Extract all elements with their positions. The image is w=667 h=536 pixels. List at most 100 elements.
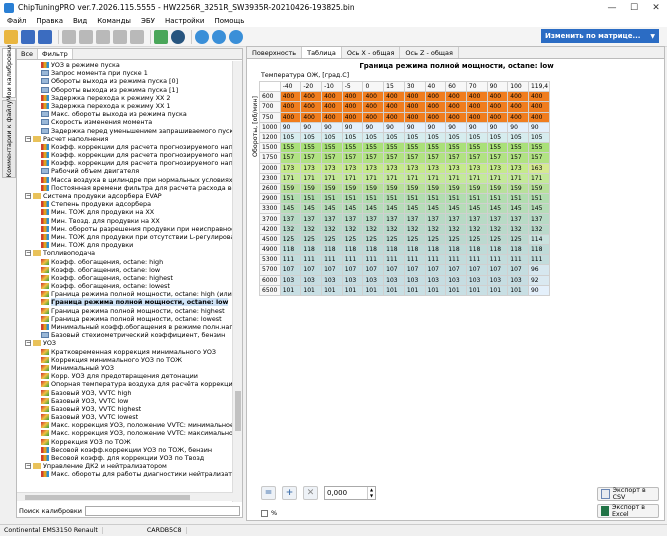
table-cell[interactable]: 101 <box>403 284 426 296</box>
table-cell[interactable]: 173 <box>341 162 364 174</box>
table-cell[interactable]: 400 <box>279 91 302 103</box>
table-cell[interactable]: 145 <box>403 203 426 215</box>
minimize-button[interactable]: — <box>601 0 623 15</box>
y-tick-label[interactable]: 2000 <box>259 162 281 174</box>
menu-ecu[interactable]: ЭБУ <box>136 17 160 25</box>
table-cell[interactable]: 118 <box>279 243 302 256</box>
tree-item[interactable]: Коэфф. коррекции для расчета прогнозируе… <box>17 151 233 159</box>
table-cell[interactable]: 400 <box>321 111 343 123</box>
table-cell[interactable]: 107 <box>300 264 323 276</box>
table-cell[interactable]: 92 <box>527 274 550 286</box>
table-cell[interactable]: 145 <box>424 203 447 215</box>
table-cell[interactable]: 125 <box>362 233 385 246</box>
table-cell[interactable]: 132 <box>403 223 426 235</box>
y-tick-label[interactable]: 600 <box>259 91 281 103</box>
table-cell[interactable]: 400 <box>341 91 364 103</box>
x-tick-label[interactable]: 119,4 <box>527 80 550 93</box>
checksum-icon[interactable] <box>154 29 168 44</box>
tree-item[interactable]: Задержка перехода к режиму ХХ 1 <box>17 102 233 110</box>
table-cell[interactable]: 173 <box>403 162 426 174</box>
table-cell[interactable]: 101 <box>465 284 488 296</box>
collapse-toggle-icon[interactable]: − <box>25 463 31 470</box>
tree-item[interactable]: Задержка перехода к режиму ХХ 2 <box>17 94 233 102</box>
table-cell[interactable]: 132 <box>507 223 529 235</box>
tree-item[interactable]: Коэфф. обогащения, octane: low <box>17 266 233 274</box>
table-cell[interactable]: 111 <box>465 254 488 266</box>
table-cell[interactable]: 171 <box>321 172 343 184</box>
y-tick-label[interactable]: 1000 <box>259 121 281 133</box>
tree-item[interactable]: Степень продувки адсорбера <box>17 200 233 208</box>
table-cell[interactable]: 171 <box>465 172 488 184</box>
table-cell[interactable]: 125 <box>486 233 509 246</box>
table-cell[interactable]: 111 <box>300 254 323 266</box>
table-cell[interactable]: 155 <box>279 142 302 154</box>
table-cell[interactable]: 400 <box>321 101 343 113</box>
x-tick-label[interactable]: 60 <box>445 80 467 93</box>
table-cell[interactable]: 400 <box>300 91 323 103</box>
table-cell[interactable]: 159 <box>486 182 509 195</box>
tree-folder[interactable]: − Расчет наполнения <box>17 135 233 143</box>
y-tick-label[interactable]: 6500 <box>259 284 281 296</box>
table-cell[interactable]: 137 <box>383 213 405 225</box>
tree-item[interactable]: Коэфф. обогащения, octane: lowest <box>17 282 233 290</box>
table-cell[interactable]: 105 <box>341 131 364 144</box>
table-cell[interactable]: 159 <box>445 182 467 195</box>
tree-item[interactable]: Постоянная времени фильтра для расчета р… <box>17 184 233 192</box>
help-icon[interactable] <box>229 29 243 44</box>
collapse-toggle-icon[interactable]: − <box>25 250 31 257</box>
table-cell[interactable]: 118 <box>527 243 550 256</box>
table-cell[interactable]: 400 <box>486 91 509 103</box>
table-cell[interactable]: 155 <box>507 142 529 154</box>
y-tick-label[interactable]: 1500 <box>259 142 281 154</box>
table-cell[interactable]: 132 <box>341 223 364 235</box>
table-cell[interactable]: 400 <box>403 101 426 113</box>
table-cell[interactable]: 90 <box>465 121 488 133</box>
x-tick-label[interactable]: 100 <box>507 80 529 93</box>
table-cell[interactable]: 125 <box>383 233 405 246</box>
table-cell[interactable]: 145 <box>465 203 488 215</box>
table-cell[interactable]: 151 <box>300 193 323 205</box>
table-cell[interactable]: 118 <box>403 243 426 256</box>
tree-item[interactable]: Кратковременная коррекция минимального У… <box>17 348 233 356</box>
tree-item[interactable]: Мин. обороты разрешения продувки при неи… <box>17 225 233 233</box>
y-tick-label[interactable]: 6000 <box>259 274 281 286</box>
table-cell[interactable]: 159 <box>424 182 447 195</box>
table-cell[interactable]: 173 <box>279 162 302 174</box>
table-cell[interactable]: 101 <box>321 284 343 296</box>
table-cell[interactable]: 400 <box>403 91 426 103</box>
table-cell[interactable]: 105 <box>424 131 447 144</box>
y-tick-label[interactable]: 1750 <box>259 152 281 164</box>
tree-item[interactable]: Минимальный коэфф.обогащения в режиме по… <box>17 323 233 331</box>
x-tick-label[interactable]: 40 <box>424 80 447 93</box>
table-cell[interactable]: 125 <box>507 233 529 246</box>
tree-item[interactable]: Мин. Твозд. для продувки на ХХ <box>17 217 233 225</box>
table-cell[interactable]: 118 <box>300 243 323 256</box>
table-cell[interactable]: 171 <box>341 172 364 184</box>
table-cell[interactable]: 171 <box>279 172 302 184</box>
table-cell[interactable]: 400 <box>341 101 364 113</box>
connect-icon[interactable] <box>171 29 185 44</box>
table-cell[interactable]: 111 <box>362 254 385 266</box>
copy-icon[interactable] <box>79 29 93 44</box>
tree-item[interactable]: Базовый УОЗ, VVTC low <box>17 397 233 405</box>
tree-item[interactable]: Мин. ТОЖ для продувки <box>17 241 233 249</box>
scrollbar-thumb[interactable] <box>235 391 241 431</box>
table-cell[interactable]: 159 <box>507 182 529 195</box>
save-icon[interactable] <box>21 29 35 44</box>
cut-icon[interactable] <box>62 29 76 44</box>
tree-item[interactable]: Коррекция УОЗ по ТОЖ <box>17 438 233 446</box>
tree-horizontal-scrollbar[interactable] <box>17 492 233 501</box>
table-cell[interactable]: 90 <box>341 121 364 133</box>
table-cell[interactable]: 132 <box>445 223 467 235</box>
table-cell[interactable]: 132 <box>465 223 488 235</box>
table-cell[interactable]: 107 <box>321 264 343 276</box>
table-cell[interactable]: 145 <box>321 203 343 215</box>
table-cell[interactable]: 90 <box>507 121 529 133</box>
table-cell[interactable]: 155 <box>403 142 426 154</box>
table-cell[interactable]: 90 <box>445 121 467 133</box>
table-cell[interactable]: 90 <box>362 121 385 133</box>
table-cell[interactable]: 155 <box>341 142 364 154</box>
tab-table[interactable]: Таблица <box>302 47 342 58</box>
compare-icon[interactable] <box>212 29 226 44</box>
table-cell[interactable]: 132 <box>527 223 550 235</box>
